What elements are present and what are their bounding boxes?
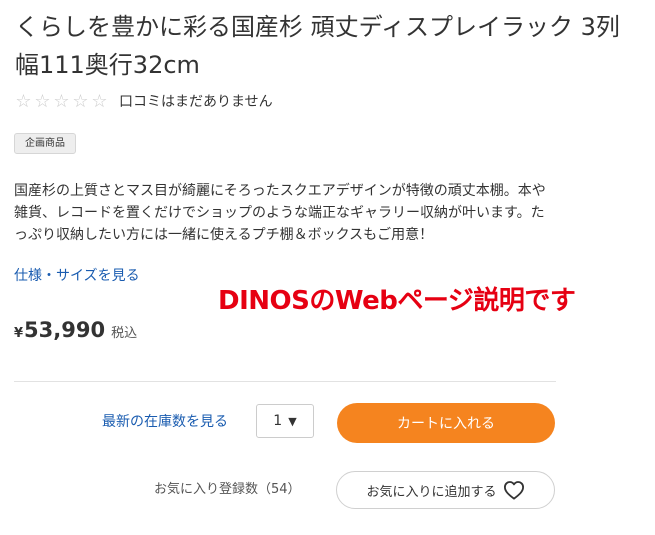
heart-icon bbox=[503, 481, 524, 500]
divider bbox=[14, 381, 556, 382]
quantity-select[interactable]: 1 ▼ bbox=[256, 404, 314, 438]
annotation-caption: DINOSのWebページ説明です bbox=[218, 286, 576, 316]
rating[interactable]: ☆ ☆ ☆ ☆ ☆ 口コミはまだありません bbox=[14, 92, 273, 112]
star-icon: ☆ bbox=[91, 91, 108, 112]
star-icon: ☆ bbox=[34, 91, 51, 112]
price-value: 53,990 bbox=[24, 318, 106, 342]
add-to-cart-button[interactable]: カートに入れる bbox=[337, 403, 555, 443]
quantity-value: 1 bbox=[273, 413, 283, 429]
caret-down-icon: ▼ bbox=[288, 414, 297, 428]
price: ¥ 53,990 税込 bbox=[14, 318, 137, 342]
price-tax-label: 税込 bbox=[111, 326, 138, 341]
favorite-count: お気に入り登録数（54） bbox=[154, 482, 301, 497]
add-to-favorites-button[interactable]: お気に入りに追加する bbox=[336, 471, 555, 509]
review-status-text: 口コミはまだありません bbox=[119, 94, 273, 110]
add-to-favorites-label: お気に入りに追加する bbox=[366, 484, 497, 500]
stock-check-link[interactable]: 最新の在庫数を見る bbox=[102, 412, 228, 432]
spec-size-link[interactable]: 仕様・サイズを見る bbox=[14, 266, 140, 286]
star-icon: ☆ bbox=[15, 91, 32, 112]
product-title: くらしを豊かに彩る国産杉 頑丈ディスプレイラック 3列 幅111奥行32cm bbox=[15, 13, 620, 79]
star-icon: ☆ bbox=[53, 91, 70, 112]
star-icon: ☆ bbox=[72, 91, 89, 112]
price-currency: ¥ bbox=[14, 326, 24, 341]
product-description: 国産杉の上質さとマス目が綺麗にそろったスクエアデザインが特徴の頑丈本棚。本や雑貨… bbox=[14, 183, 546, 243]
rating-stars: ☆ ☆ ☆ ☆ ☆ bbox=[14, 92, 109, 112]
planned-product-badge: 企画商品 bbox=[14, 133, 76, 154]
